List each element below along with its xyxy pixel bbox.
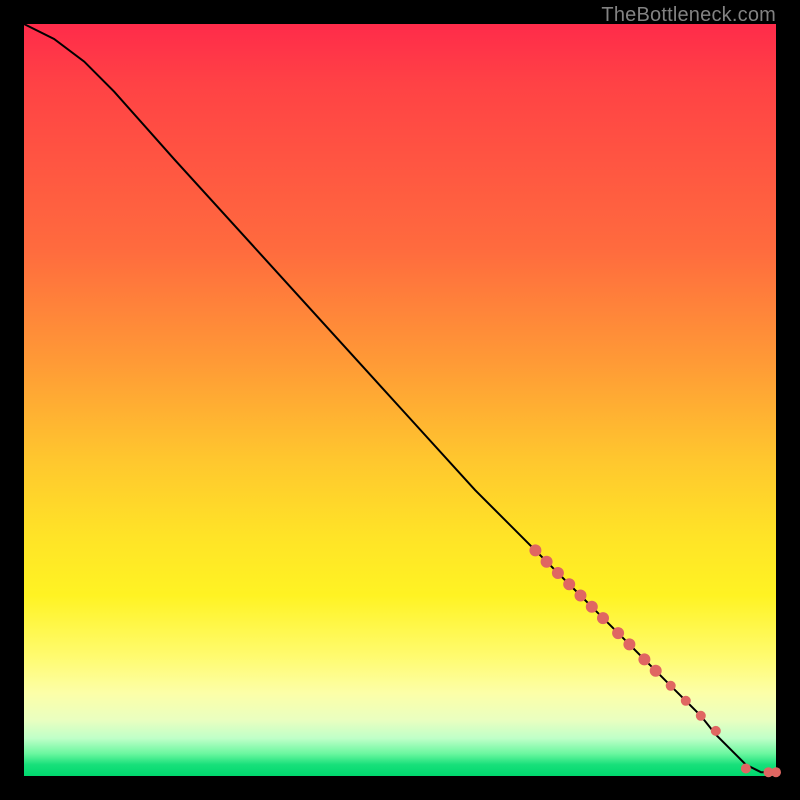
curve-markers: [529, 544, 781, 777]
curve-marker: [650, 665, 662, 677]
curve-marker: [612, 627, 624, 639]
chart-svg: [24, 24, 776, 776]
curve-marker: [575, 590, 587, 602]
curve-marker: [771, 767, 781, 777]
curve-marker: [541, 556, 553, 568]
curve-marker: [741, 764, 751, 774]
curve-marker: [552, 567, 564, 579]
curve-marker: [623, 638, 635, 650]
curve-marker: [597, 612, 609, 624]
curve-marker: [666, 681, 676, 691]
curve-marker: [681, 696, 691, 706]
bottleneck-curve: [24, 24, 776, 772]
curve-marker: [696, 711, 706, 721]
curve-marker: [529, 544, 541, 556]
curve-marker: [586, 601, 598, 613]
attribution-label: TheBottleneck.com: [601, 4, 776, 27]
curve-marker: [563, 578, 575, 590]
curve-marker: [638, 653, 650, 665]
curve-marker: [711, 726, 721, 736]
plot-area: [24, 24, 776, 776]
chart-frame: TheBottleneck.com: [0, 0, 800, 800]
